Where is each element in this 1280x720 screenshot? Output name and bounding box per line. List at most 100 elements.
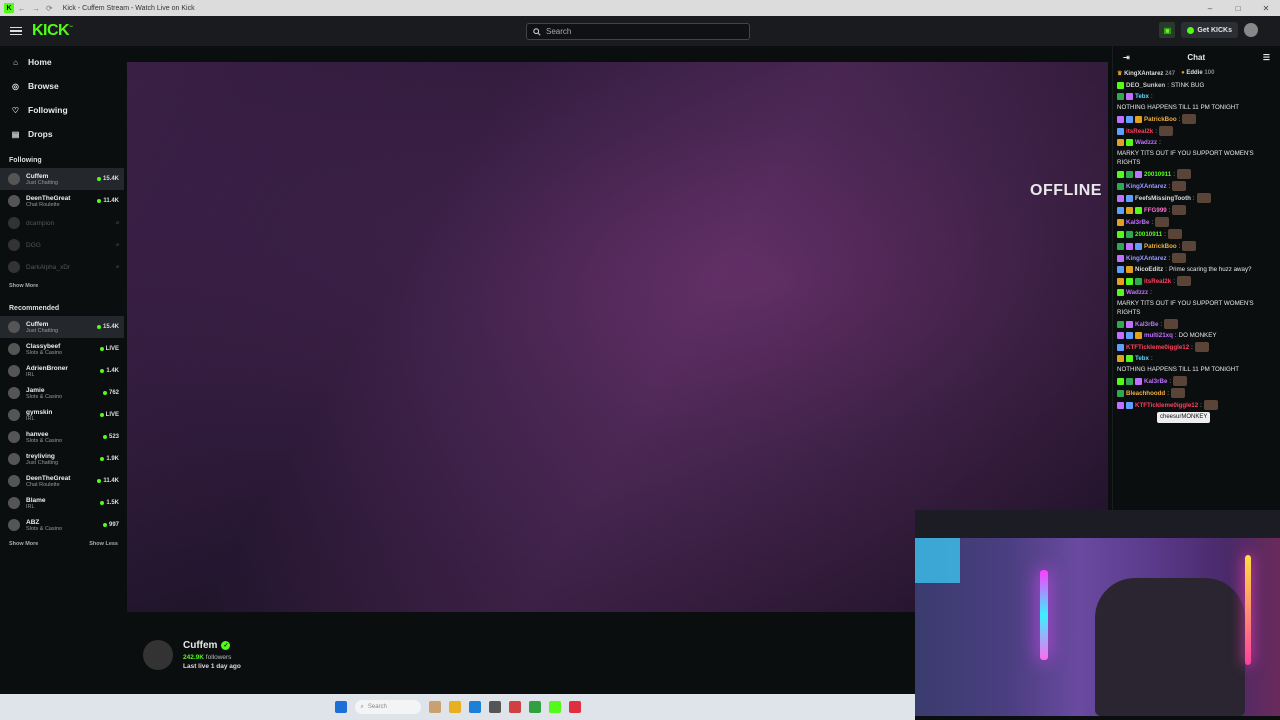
chat-username[interactable]: Bleachhoodd (1126, 389, 1165, 398)
taskbar-app-icon-3[interactable] (568, 701, 581, 713)
channel-item[interactable]: dcampion ⌀ (0, 212, 124, 234)
last-live-text: Last live 1 day ago (183, 663, 241, 670)
channel-item[interactable]: DGG ⌀ (0, 234, 124, 256)
channel-avatar (8, 431, 20, 443)
chat-username[interactable]: KTFTickleme0iggle12 (1126, 343, 1189, 352)
chat-username[interactable]: KingXAntarez (1126, 182, 1167, 191)
maximize-icon[interactable]: □ (1224, 4, 1252, 13)
chat-username[interactable]: NicoEditz (1135, 265, 1163, 274)
chat-username[interactable]: 20010911 (1144, 170, 1171, 179)
chat-title: Chat (1187, 52, 1206, 62)
chat-badge-icon (1117, 170, 1124, 178)
back-icon[interactable]: ← (18, 4, 26, 13)
emote-icon (1158, 126, 1173, 136)
channel-item[interactable]: ABZ Slots & Casino 997 (0, 514, 124, 536)
channel-item[interactable]: hanvee Slots & Casino 523 (0, 426, 124, 448)
channel-item[interactable]: Cuffem Just Chatting 15.4K (0, 316, 124, 338)
menu-icon[interactable] (10, 26, 22, 36)
chat-username[interactable]: KTFTickleme0iggle12 (1135, 401, 1198, 410)
offline-icon: ⌀ (115, 220, 119, 226)
file-explorer-icon[interactable] (448, 701, 461, 713)
taskbar-search[interactable]: ⌕ Search (354, 700, 421, 714)
viewer-count: 1.9K (100, 456, 119, 462)
windows-start-icon[interactable] (334, 701, 347, 713)
chat-username[interactable]: Kal3rBe (1126, 218, 1149, 227)
channel-name: Cuffem (26, 320, 49, 328)
chat-users-icon[interactable]: ☰ (1263, 53, 1270, 62)
channel-item[interactable]: DarkAlpha_xDr ⌀ (0, 256, 124, 278)
channel-avatar (8, 239, 20, 251)
chat-message: 20010911: (1117, 169, 1276, 179)
channel-item[interactable]: Jamie Slots & Casino 762 (0, 382, 124, 404)
close-icon[interactable]: ✕ (1252, 4, 1280, 13)
search-input[interactable] (546, 27, 736, 36)
get-kicks-button[interactable]: Get KICKs (1181, 22, 1238, 38)
taskbar-app-icon-2[interactable] (508, 701, 521, 713)
chat-username[interactable]: Kal3rBe (1144, 377, 1167, 386)
offline-label: OFFLINE (1030, 182, 1102, 199)
chat-username[interactable]: FeefsMissingTooth (1135, 194, 1191, 203)
search-box[interactable] (526, 23, 750, 40)
nav-item-browse[interactable]: ◎ Browse (0, 74, 124, 98)
chat-username[interactable]: DEO_Sunken (1126, 81, 1165, 90)
following-show-more[interactable]: Show More (9, 283, 38, 289)
channel-item[interactable]: Classybeef Slots & Casino LIVE (0, 338, 124, 360)
wallet-icon[interactable]: ▣ (1159, 22, 1176, 38)
chat-badge-icon (1126, 242, 1133, 250)
edge-icon[interactable] (468, 701, 481, 713)
refresh-icon[interactable]: ⟳ (46, 4, 53, 13)
chat-username[interactable]: 20010911 (1135, 230, 1162, 239)
channel-category: Slots & Casino (26, 437, 63, 444)
coin-icon: ● (1181, 70, 1185, 76)
taskbar-search-icon: ⌕ (360, 703, 364, 710)
recommended-show-more[interactable]: Show More (9, 541, 38, 547)
chat-username[interactable]: Wadzzz (1126, 288, 1148, 297)
chat-username[interactable]: Tebx (1135, 354, 1149, 363)
minimize-icon[interactable]: – (1196, 4, 1224, 13)
chat-username[interactable]: Wadzzz (1135, 138, 1157, 147)
channel-avatar (8, 475, 20, 487)
chat-username[interactable]: KingXAntarez (1126, 254, 1167, 263)
collapse-chat-icon[interactable]: ⇥ (1123, 53, 1130, 62)
channel-item[interactable]: treyliving Just Chatting 1.9K (0, 448, 124, 470)
chat-username[interactable]: multi21xq (1144, 331, 1173, 340)
chat-badge-icon (1117, 277, 1124, 285)
settings-icon[interactable] (488, 701, 501, 713)
channel-item[interactable]: DeenTheGreat Chat Roulette 11.4K (0, 470, 124, 492)
kick-logo[interactable]: KICK™ (32, 22, 73, 40)
top-navbar: KICK™ ▣ Get KICKs (0, 16, 1280, 46)
chat-badge-icon (1117, 266, 1124, 273)
chat-username[interactable]: Tebx (1135, 92, 1149, 101)
nav-item-following[interactable]: ♡ Following (0, 98, 124, 122)
chat-username[interactable]: PatrickBoo (1144, 115, 1177, 124)
channel-item[interactable]: DeenTheGreat Chat Roulette 11.4K (0, 190, 124, 212)
streamer-name[interactable]: Cuffem (183, 640, 217, 651)
nav-item-drops[interactable]: ▤ Drops (0, 122, 124, 146)
chat-username[interactable]: FFG999 (1144, 206, 1167, 215)
live-dot-icon (102, 523, 107, 527)
channel-item[interactable]: Blame IRL 1.5K (0, 492, 124, 514)
channel-item[interactable]: AdrienBroner IRL 1.4K (0, 360, 124, 382)
chrome-icon[interactable] (528, 701, 541, 713)
chat-message: Kal3rBe: (1117, 217, 1276, 227)
chat-text: Prime scaring the huzz away? (1168, 266, 1252, 273)
recommended-show-less[interactable]: Show Less (89, 541, 118, 547)
taskbar-app-icon[interactable] (428, 701, 441, 713)
streamer-avatar[interactable] (143, 640, 173, 670)
chat-username[interactable]: itsReal2k (1144, 277, 1171, 286)
channel-item[interactable]: Cuffem Just Chatting 15.4K (0, 168, 124, 190)
forward-icon[interactable]: → (32, 4, 40, 13)
chat-badge-icon (1126, 332, 1133, 339)
chat-badge-icon (1126, 93, 1133, 100)
kick-app-icon[interactable] (548, 701, 561, 713)
nav-item-home[interactable]: ⌂ Home (0, 50, 124, 74)
user-avatar[interactable] (1244, 23, 1258, 37)
chat-username[interactable]: itsReal2k (1126, 127, 1153, 136)
chat-username[interactable]: PatrickBoo (1144, 242, 1177, 251)
chat-username[interactable]: Kal3rBe (1135, 320, 1158, 329)
live-dot-icon (96, 325, 101, 329)
emote-tooltip: cheesurMONKEY (1157, 412, 1211, 423)
chat-message: Wadzzz: MARKY TITS OUT IF YOU SUPPORT WOM… (1117, 288, 1276, 317)
channel-item[interactable]: gymskin IRL LIVE (0, 404, 124, 426)
chat-messages: DEO_Sunken: STINK BUG Tebx: NOTHING HAPPENS… (1113, 81, 1280, 423)
